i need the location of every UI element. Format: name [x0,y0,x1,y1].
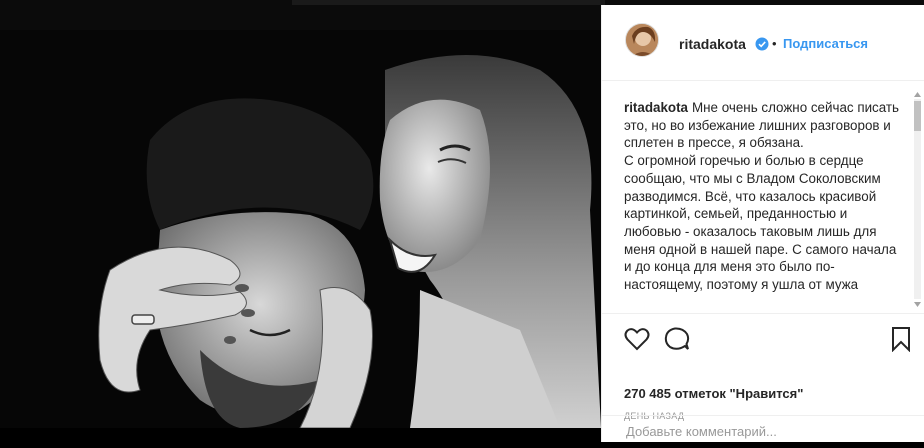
post-photo[interactable] [0,30,601,428]
avatar[interactable] [625,23,659,57]
caption-area[interactable]: ritadakota Мне очень сложно сейчас писать… [602,81,924,313]
username-link[interactable]: ritadakota [679,36,746,52]
caption-paragraph-1: ritadakota Мне очень сложно сейчас писать… [624,99,899,152]
caption: ritadakota Мне очень сложно сейчас писать… [624,99,899,294]
top-strip [292,0,605,5]
scrollbar-thumb[interactable] [914,101,921,131]
caption-scrollbar[interactable] [914,99,921,299]
comment-input[interactable] [624,423,908,440]
photo-image [0,30,601,428]
separator-dot: • [772,36,777,51]
post-side-panel: ritadakota • Подписаться ritadakota Мне о… [601,5,924,442]
bookmark-icon[interactable] [888,326,914,352]
follow-button[interactable]: Подписаться [783,36,868,51]
likes-count[interactable]: 270 485 отметок "Нравится" [624,386,803,401]
scroll-up-arrow-icon[interactable] [914,91,921,97]
heart-icon[interactable] [624,326,650,352]
scroll-down-arrow-icon[interactable] [914,302,921,308]
add-comment-row [602,415,924,448]
caption-paragraph-2: С огромной горечью и болью в сердце сооб… [624,153,897,293]
comment-icon[interactable] [664,326,690,352]
caption-author-link[interactable]: ritadakota [624,100,688,115]
verified-badge-icon [755,37,769,51]
post-header: ritadakota • Подписаться [602,5,924,81]
